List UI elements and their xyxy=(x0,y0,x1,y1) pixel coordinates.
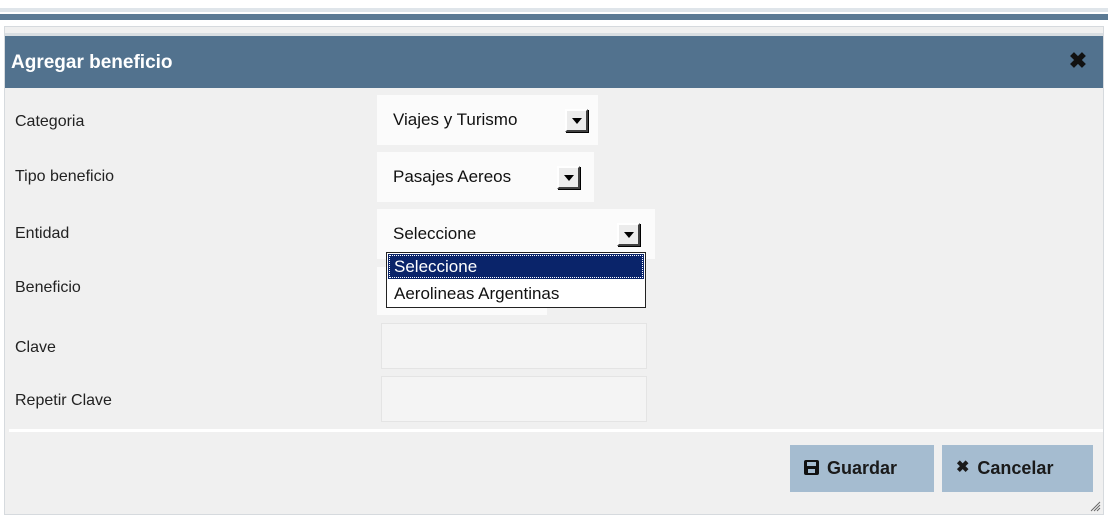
repetir-clave-label: Repetir Clave xyxy=(15,392,112,409)
categoria-label: Categoria xyxy=(15,113,85,130)
button-pane-divider xyxy=(9,429,1103,432)
close-icon[interactable]: ✖ xyxy=(1067,50,1089,72)
tipo-beneficio-label: Tipo beneficio xyxy=(15,168,115,185)
clave-label: Clave xyxy=(15,339,56,356)
tipo-beneficio-selected-value: Pasajes Aereos xyxy=(393,167,512,186)
cancel-button-label: Cancelar xyxy=(977,458,1054,478)
chevron-down-icon[interactable] xyxy=(565,109,588,132)
page-top-strip xyxy=(0,0,1108,8)
repetir-clave-field[interactable] xyxy=(381,376,647,422)
tipo-beneficio-select[interactable]: Pasajes Aereos xyxy=(377,152,594,202)
chevron-down-icon[interactable] xyxy=(617,223,640,246)
cancel-button[interactable]: ✖ Cancelar xyxy=(942,445,1093,492)
close-icon: ✖ xyxy=(956,458,970,476)
save-button[interactable]: Guardar xyxy=(790,445,934,492)
dialog-titlebar[interactable]: Agregar beneficio ✖ xyxy=(5,33,1103,88)
save-icon xyxy=(804,459,819,475)
chevron-down-icon[interactable] xyxy=(557,166,580,189)
categoria-select[interactable]: Viajes y Turismo xyxy=(377,95,598,145)
entidad-label: Entidad xyxy=(15,225,70,242)
clave-field[interactable] xyxy=(381,323,647,369)
clave-input[interactable] xyxy=(382,324,646,368)
page-top-divider xyxy=(0,8,1108,12)
entidad-option[interactable]: Aerolineas Argentinas xyxy=(388,281,644,306)
save-button-label: Guardar xyxy=(827,458,898,478)
entidad-option[interactable]: Seleccione xyxy=(388,254,644,279)
beneficio-label: Beneficio xyxy=(15,279,81,296)
categoria-selected-value: Viajes y Turismo xyxy=(393,110,518,129)
page-header-bar xyxy=(0,14,1108,20)
entidad-dropdown-list: Seleccione Aerolineas Argentinas xyxy=(386,252,646,308)
resize-handle-icon[interactable] xyxy=(1089,500,1101,512)
repetir-clave-input[interactable] xyxy=(382,377,646,421)
entidad-selected-value: Seleccione xyxy=(393,224,477,243)
dialog-title: Agregar beneficio xyxy=(11,52,173,73)
